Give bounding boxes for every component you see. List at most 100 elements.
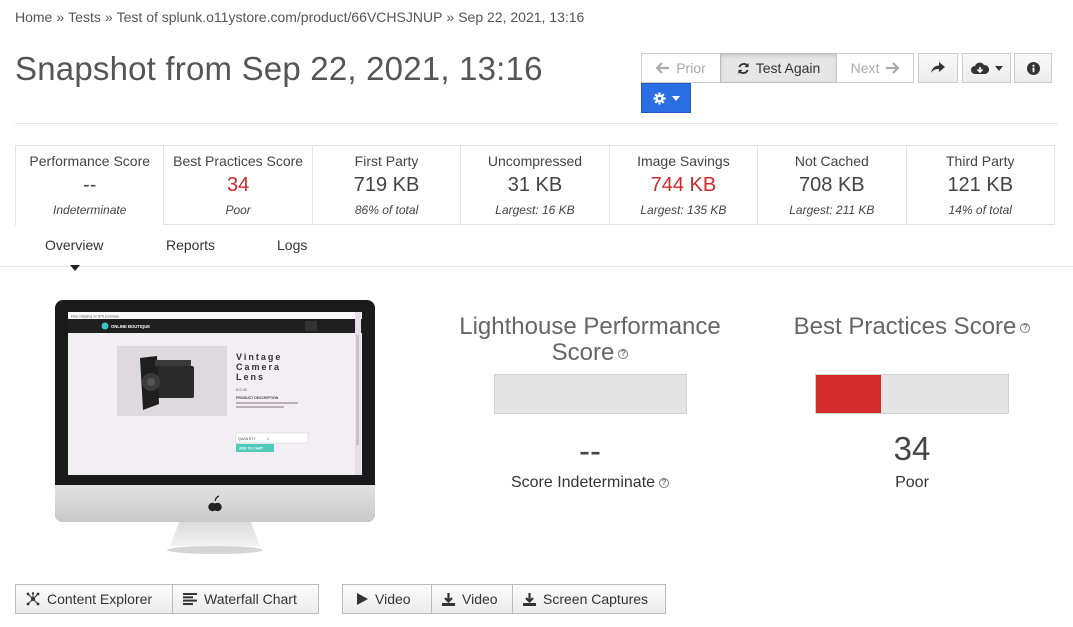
lighthouse-score-desc: Score Indeterminate? — [440, 474, 740, 492]
svg-text:ADD TO CART: ADD TO CART — [239, 447, 264, 451]
metric-value: 708 KB — [799, 174, 865, 196]
help-icon[interactable]: ? — [618, 348, 629, 359]
screen-captures-button[interactable]: Screen Captures — [512, 584, 666, 614]
lighthouse-score-desc-text: Score Indeterminate — [510, 474, 656, 491]
breadcrumb-separator: » — [446, 9, 455, 25]
help-icon[interactable]: ? — [1020, 322, 1031, 333]
gear-icon — [652, 91, 666, 105]
download-icon — [442, 592, 455, 606]
metric-third-party[interactable]: Third Party 121 KB 14% of total — [906, 145, 1055, 225]
video-play-label: Video — [375, 591, 411, 607]
svg-text:1: 1 — [267, 437, 269, 441]
screen-captures-label: Screen Captures — [543, 591, 649, 607]
prior-button[interactable]: Prior — [641, 53, 721, 83]
metric-not-cached[interactable]: Not Cached 708 KB Largest: 211 KB — [758, 145, 907, 225]
content-explorer-button[interactable]: Content Explorer — [15, 584, 173, 614]
info-button[interactable] — [1014, 53, 1052, 83]
breadcrumb: Home» Tests» Test of splunk.o11ystore.com/… — [15, 9, 584, 25]
metric-label: Image Savings — [637, 153, 730, 169]
lighthouse-score-title: Lighthouse Performance Score? — [440, 314, 740, 366]
svg-text:PRODUCT DESCRIPTION: PRODUCT DESCRIPTION — [236, 396, 279, 400]
breadcrumb-separator: » — [104, 9, 113, 25]
content-explorer-label: Content Explorer — [47, 591, 153, 607]
refresh-icon — [738, 62, 749, 74]
cloud-download-icon — [970, 62, 989, 74]
metric-image-savings[interactable]: Image Savings 744 KB Largest: 135 KB — [609, 145, 759, 225]
breadcrumb-separator: » — [56, 9, 65, 25]
best-practices-title: Best Practices Score? — [762, 314, 1062, 340]
metric-value: 719 KB — [353, 174, 420, 196]
video-download-label: Video — [462, 591, 498, 607]
lighthouse-score-bar — [494, 374, 687, 414]
metric-value: 121 KB — [947, 174, 1014, 196]
content-explorer-icon — [26, 592, 40, 606]
metric-performance-score[interactable]: Performance Score -- Indeterminate — [15, 145, 165, 225]
share-icon — [931, 62, 945, 73]
svg-text:Vintage: Vintage — [236, 352, 282, 362]
tab-logs[interactable]: Logs — [277, 237, 307, 253]
download-icon — [523, 592, 536, 606]
lighthouse-title-line1: Lighthouse Performance — [459, 313, 721, 340]
metric-label: Third Party — [946, 153, 1015, 169]
help-icon[interactable]: ? — [659, 477, 670, 488]
breadcrumb-test[interactable]: Test of splunk.o11ystore.com/product/66V… — [117, 9, 443, 25]
waterfall-list-icon — [183, 593, 197, 605]
arrow-right-icon — [886, 62, 900, 74]
metric-value: 34 — [227, 174, 250, 196]
share-button[interactable] — [918, 53, 958, 83]
best-practices-score-bar-fill — [816, 375, 882, 413]
arrow-left-icon — [656, 62, 670, 74]
metric-label: First Party — [354, 153, 419, 169]
svg-text:Lens: Lens — [236, 372, 265, 382]
tab-overview[interactable]: Overview — [45, 237, 103, 253]
breadcrumb-date: Sep 22, 2021, 13:16 — [458, 9, 585, 25]
metric-sub: Largest: 16 KB — [495, 203, 575, 217]
prior-label: Prior — [676, 60, 706, 76]
tab-reports[interactable]: Reports — [166, 237, 215, 253]
page-screenshot-thumbnail[interactable]: Free shipping on $75 purchase ONLINE BOU… — [55, 300, 375, 558]
metric-value: 744 KB — [650, 174, 717, 196]
info-icon — [1026, 61, 1040, 75]
metric-first-party[interactable]: First Party 719 KB 86% of total — [312, 145, 462, 225]
metric-sub: Poor — [225, 203, 251, 217]
metric-label: Not Cached — [794, 153, 869, 169]
breadcrumb-tests[interactable]: Tests — [68, 9, 101, 25]
best-practices-score-bar — [815, 374, 1009, 414]
svg-text:$12.48: $12.48 — [236, 388, 247, 392]
lighthouse-score-value: -- — [579, 432, 601, 469]
metric-label: Best Practices Score — [173, 153, 304, 169]
next-label: Next — [850, 60, 880, 76]
svg-text:Camera: Camera — [236, 362, 281, 372]
tab-bar: Overview Reports Logs — [0, 225, 1073, 271]
play-icon — [357, 593, 368, 605]
next-button[interactable]: Next — [836, 53, 914, 83]
video-download-button[interactable]: Video — [431, 584, 513, 614]
page-title: Snapshot from Sep 22, 2021, 13:16 — [15, 50, 543, 87]
lighthouse-title-line2: Score — [551, 339, 615, 366]
download-menu-button[interactable] — [962, 53, 1011, 83]
svg-text:Free shipping on $75 purchase: Free shipping on $75 purchase — [71, 315, 119, 319]
video-play-button[interactable]: Video — [342, 584, 432, 614]
metric-label: Uncompressed — [487, 153, 583, 169]
metric-label: Performance Score — [29, 153, 151, 169]
metric-value: 31 KB — [507, 174, 563, 196]
waterfall-chart-label: Waterfall Chart — [204, 591, 297, 607]
breadcrumb-home[interactable]: Home — [15, 9, 52, 25]
best-practices-score-value: 34 — [893, 430, 931, 467]
metric-sub: Largest: 211 KB — [789, 203, 875, 217]
metric-sub: 14% of total — [948, 203, 1012, 217]
metric-uncompressed[interactable]: Uncompressed 31 KB Largest: 16 KB — [461, 145, 610, 225]
test-again-button[interactable]: Test Again — [720, 53, 837, 83]
metrics-strip: Performance Score -- Indeterminate Best … — [15, 145, 1055, 225]
metric-best-practices-score[interactable]: Best Practices Score 34 Poor — [164, 145, 313, 225]
caret-down-icon — [994, 65, 1003, 71]
best-practices-score-desc: Poor — [895, 474, 929, 491]
caret-down-icon — [671, 95, 680, 101]
settings-menu-button[interactable] — [641, 83, 691, 113]
test-again-label: Test Again — [755, 60, 821, 76]
svg-text:ONLINE BOUTIQUE: ONLINE BOUTIQUE — [111, 324, 150, 329]
metric-sub: Indeterminate — [53, 203, 127, 217]
svg-text:QUANTITY: QUANTITY — [238, 437, 256, 441]
waterfall-chart-button[interactable]: Waterfall Chart — [172, 584, 319, 614]
active-tab-indicator — [70, 265, 80, 271]
